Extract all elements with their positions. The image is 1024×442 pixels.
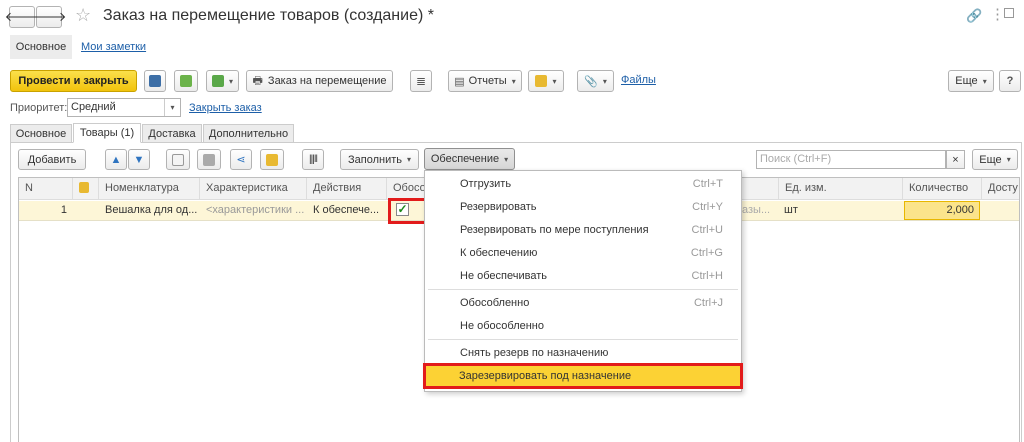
col-header-item[interactable]: Номенклатура	[99, 178, 200, 200]
post-button[interactable]	[174, 70, 198, 92]
barcode-button[interactable]: |||‖	[302, 149, 324, 170]
reports-icon: ▤	[454, 75, 465, 88]
delete-row-button[interactable]	[197, 149, 221, 170]
document-post-icon	[180, 75, 192, 87]
create-based-icon	[211, 75, 224, 87]
arrow-right-icon: 🡒	[31, 9, 67, 24]
col-header-n[interactable]: N	[19, 178, 73, 200]
document-icon	[79, 182, 89, 193]
menu-item-reserve-for-purpose[interactable]: Зарезервировать под назначение	[423, 363, 743, 389]
close-icon: ×	[952, 153, 959, 166]
form-tab-main[interactable]: Основное	[10, 35, 72, 59]
row-quantity[interactable]: 2,000	[904, 201, 980, 220]
row-number: 1	[60, 204, 67, 216]
help-icon: ?	[1006, 75, 1014, 87]
document-icon	[535, 75, 548, 87]
move-down-button[interactable]: ▼	[128, 149, 150, 170]
priority-select[interactable]: Средний ▾	[67, 98, 181, 117]
move-up-button[interactable]: ▲	[105, 149, 127, 170]
create-based-button[interactable]	[206, 70, 239, 92]
col-header-separate[interactable]: Обосо	[387, 178, 427, 200]
reports-button[interactable]: ▤ Отчеты	[448, 70, 522, 92]
select-icon	[266, 153, 278, 166]
subtab-main[interactable]: Основное	[10, 124, 72, 142]
clear-search-button[interactable]: ×	[946, 150, 965, 169]
window-title: Заказ на перемещение товаров (создание) …	[103, 7, 434, 24]
row-unit[interactable]: шт	[778, 201, 903, 221]
separate-checkbox[interactable]: ✓	[396, 203, 409, 216]
split-icon: ⋖	[236, 154, 246, 166]
copy-icon	[172, 153, 184, 166]
help-button[interactable]: ?	[999, 70, 1021, 92]
add-button[interactable]: Добавить	[18, 149, 86, 170]
row-action[interactable]: К обеспече...	[307, 201, 387, 221]
fill-button[interactable]: Заполнить	[340, 149, 419, 170]
menu-item-no-provision[interactable]: Не обеспечивать Ctrl+H	[427, 264, 740, 287]
col-header-quantity[interactable]: Количество	[903, 178, 982, 200]
barcode-icon: |||‖	[309, 154, 318, 165]
stack-icon	[203, 153, 215, 166]
subtab-delivery[interactable]: Доставка	[142, 124, 202, 142]
checkmark-icon: ✓	[397, 202, 408, 216]
row-item[interactable]: Вешалка для од...	[99, 201, 200, 221]
select-items-button[interactable]	[260, 149, 284, 170]
list-icon: ≣	[415, 74, 427, 88]
arrow-down-icon: ▼	[133, 153, 145, 166]
subtab-goods[interactable]: Товары (1)	[73, 123, 141, 143]
favorite-star-icon[interactable]: ☆	[75, 5, 91, 26]
col-header-characteristic[interactable]: Характеристика	[200, 178, 307, 200]
files-link[interactable]: Файлы	[621, 74, 656, 86]
search-input[interactable]: Поиск (Ctrl+F)	[756, 150, 946, 169]
goods-more-button[interactable]: Еще	[972, 149, 1018, 170]
row-characteristic[interactable]: <характеристики ...	[200, 201, 307, 221]
transfer-order-button[interactable]: 🖶 Заказ на перемещение	[246, 70, 393, 92]
paperclip-icon: 📎	[584, 75, 598, 88]
split-row-button[interactable]: ⋖	[230, 149, 252, 170]
row-hidden-tail: азы...	[742, 204, 771, 216]
maximize-icon[interactable]	[1004, 8, 1014, 18]
provision-button[interactable]: Обеспечение	[424, 148, 515, 170]
save-button[interactable]	[144, 70, 166, 92]
subtab-additional[interactable]: Дополнительно	[203, 124, 294, 142]
col-header-action[interactable]: Действия	[307, 178, 387, 200]
menu-dots-icon[interactable]: ⋮	[990, 5, 1005, 23]
menu-item-ship[interactable]: Отгрузить Ctrl+T	[427, 172, 740, 195]
menu-separator	[428, 289, 738, 290]
menu-item-reserve-on-arrival[interactable]: Резервировать по мере поступления Ctrl+U	[427, 218, 740, 241]
menu-item-remove-reserve[interactable]: Снять резерв по назначению	[427, 341, 740, 364]
menu-item-separate[interactable]: Обособленно Ctrl+J	[427, 291, 740, 314]
floppy-icon	[149, 75, 161, 87]
arrow-up-icon: ▲	[110, 153, 122, 166]
form-tab-notes[interactable]: Мои заметки	[81, 41, 146, 53]
post-close-button[interactable]: Провести и закрыть	[10, 70, 137, 92]
menu-item-reserve[interactable]: Резервировать Ctrl+Y	[427, 195, 740, 218]
menu-item-to-provision[interactable]: К обеспечению Ctrl+G	[427, 241, 740, 264]
priority-label: Приоритет:	[10, 102, 68, 114]
copy-row-button[interactable]	[166, 149, 190, 170]
close-order-link[interactable]: Закрыть заказ	[189, 102, 262, 114]
forward-button[interactable]: 🡒	[32, 6, 66, 28]
link-icon[interactable]: 🔗	[966, 8, 982, 24]
col-header-available[interactable]: Досту	[982, 178, 1019, 200]
col-header-icon[interactable]	[73, 178, 99, 200]
attachments-button[interactable]: 📎	[577, 70, 614, 92]
menu-item-not-separate[interactable]: Не обособленно	[427, 314, 740, 337]
attach-document-button[interactable]	[528, 70, 564, 92]
structure-button[interactable]: ≣	[410, 70, 432, 92]
more-button[interactable]: Еще	[948, 70, 994, 92]
chevron-down-icon: ▾	[164, 99, 180, 116]
col-header-unit[interactable]: Ед. изм.	[778, 178, 903, 200]
printer-icon: 🖶	[252, 74, 263, 87]
menu-separator	[428, 339, 738, 340]
